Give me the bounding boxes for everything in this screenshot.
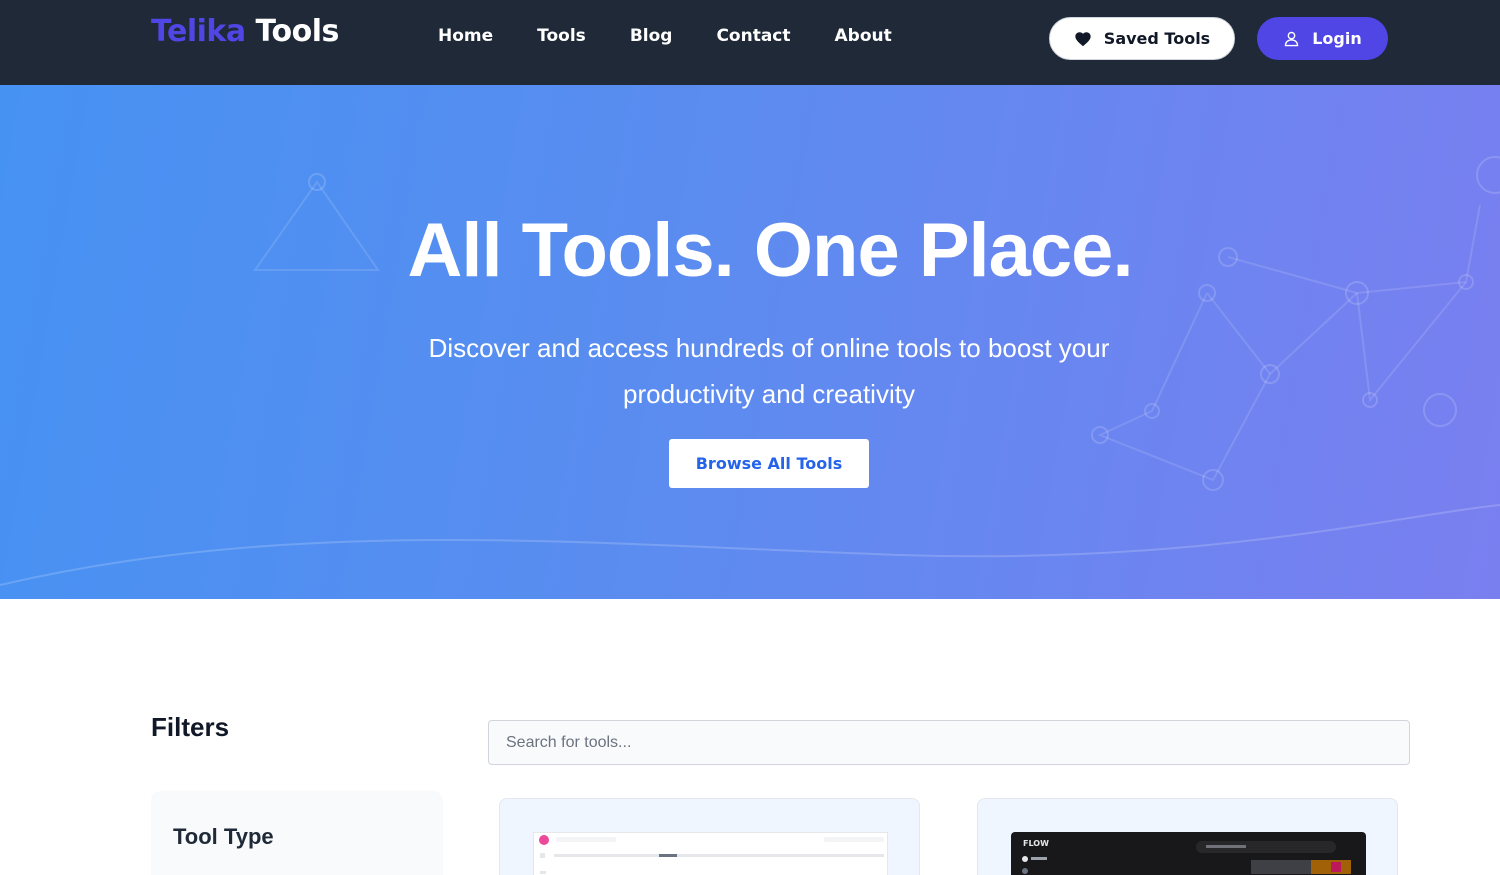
logo-tools: Tools [255, 14, 340, 49]
nav-home[interactable]: Home [438, 26, 493, 46]
nav-contact[interactable]: Contact [716, 26, 790, 46]
nav-blog[interactable]: Blog [630, 26, 673, 46]
hero-title: All Tools. One Place. [407, 208, 1133, 293]
nav-about[interactable]: About [835, 26, 892, 46]
tool-card[interactable]: FLOW [977, 798, 1398, 875]
saved-tools-label: Saved Tools [1103, 29, 1211, 48]
heart-icon [1074, 31, 1092, 47]
tool-type-heading: Tool Type [173, 824, 274, 849]
thumbnail-mockup-dark: FLOW [1022, 839, 1351, 874]
hero-section: All Tools. One Place. Discover and acces… [0, 85, 1500, 599]
tool-card[interactable] [499, 798, 920, 875]
logo-telika: Telika [151, 14, 246, 49]
browse-all-tools-button[interactable]: Browse All Tools [669, 439, 869, 488]
main-nav: Home Tools Blog Contact About [438, 26, 936, 46]
nav-tools[interactable]: Tools [537, 26, 586, 46]
saved-tools-button[interactable]: Saved Tools [1049, 17, 1235, 60]
login-label: Login [1312, 29, 1362, 48]
site-logo[interactable]: Telika Tools [151, 14, 339, 49]
thumbnail-mockup-light [539, 835, 884, 874]
filter-panel: Tool Type [151, 791, 443, 875]
tool-thumbnail: FLOW [1011, 832, 1366, 875]
filters-heading: Filters [151, 712, 230, 742]
search-input[interactable] [488, 720, 1410, 765]
user-icon [1283, 30, 1300, 47]
login-button[interactable]: Login [1257, 17, 1388, 60]
hero-subtitle: Discover and access hundreds of online t… [428, 333, 1110, 409]
top-navbar: Telika Tools Home Tools Blog Contact Abo… [0, 0, 1500, 85]
flow-brand: FLOW [1023, 839, 1049, 848]
tool-thumbnail [533, 832, 888, 875]
